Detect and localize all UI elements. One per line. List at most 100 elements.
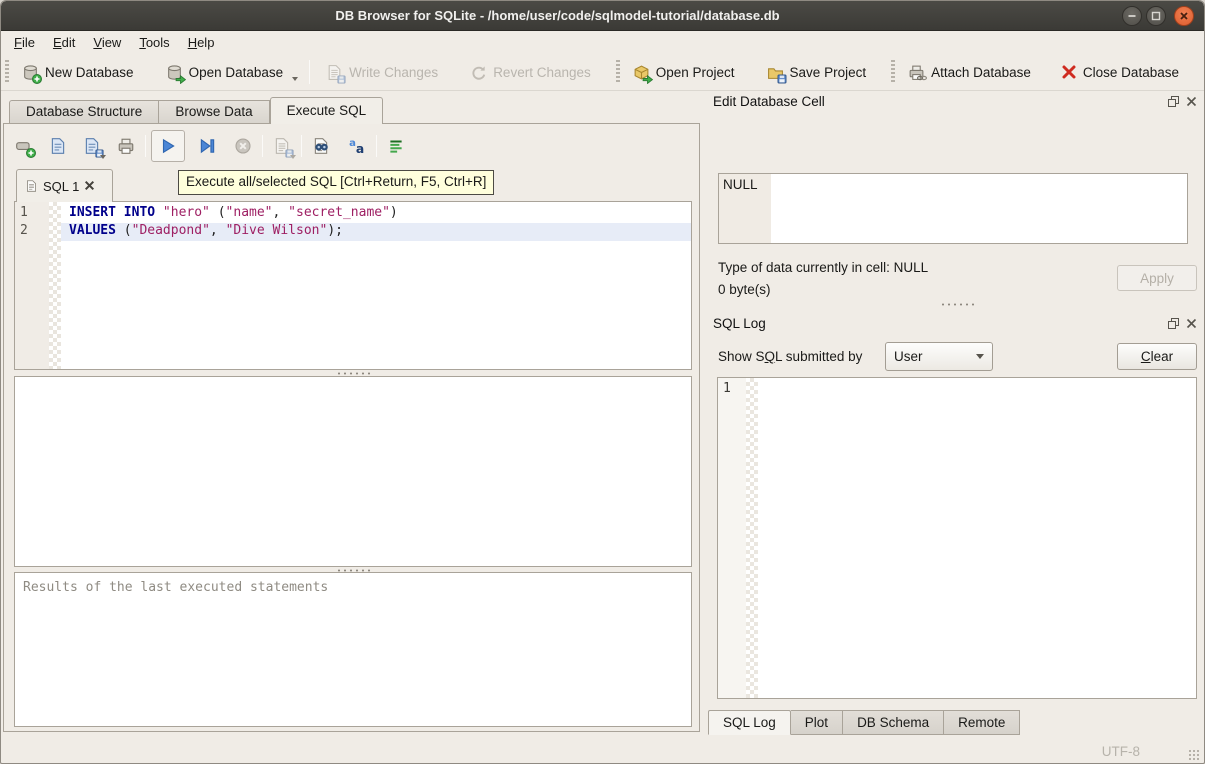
new-database-button[interactable]: New Database [13,58,143,87]
open-sql-file-button[interactable] [44,132,72,160]
log-filter-select[interactable]: User [885,342,993,371]
code-text: VALUES ("Deadpond", "Dive Wilson"); [61,223,691,241]
new-database-icon [22,64,39,81]
toolbar-drag-handle[interactable] [891,60,895,84]
save-results-button [268,132,296,160]
dock-float-icon[interactable] [1167,317,1180,330]
toolbar-separator [309,60,310,84]
code-line[interactable]: 1INSERT INTO "hero" ("name", "secret_nam… [15,205,691,223]
save-sql-file-icon [83,137,101,155]
attach-database-button[interactable]: Attach Database [899,58,1040,87]
dock-float-icon[interactable] [1167,95,1180,108]
open-database-button[interactable]: Open Database [157,58,293,87]
dock-tab-plot[interactable]: Plot [791,710,843,735]
sql-toolbar: aa [10,129,410,163]
app-window: DB Browser for SQLite - /home/user/code/… [0,0,1205,764]
toolbar-drag-handle[interactable] [616,60,620,84]
menu-tools[interactable]: Tools [130,32,178,53]
auto-completion-button[interactable]: aa [343,132,371,160]
execute-all-button[interactable] [151,130,185,162]
code-line[interactable]: 2 VALUES ("Deadpond", "Dive Wilson"); [15,223,691,241]
open-database-dropdown-arrow[interactable] [292,77,298,81]
save-project-button[interactable]: Save Project [758,58,876,87]
chevron-down-icon [976,354,984,359]
window-title: DB Browser for SQLite - /home/user/code/… [1,1,1114,31]
find-replace-icon [312,137,330,155]
minimize-button[interactable] [1122,6,1142,26]
format-sql-icon [387,137,405,155]
execute-tooltip: Execute all/selected SQL [Ctrl+Return, F… [178,170,494,195]
dock-tab-sql-log[interactable]: SQL Log [708,710,791,735]
new-sql-tab-button[interactable] [10,132,38,160]
new-sql-tab-icon [15,137,33,155]
sql-editor[interactable]: 1INSERT INTO "hero" ("name", "secret_nam… [14,201,692,370]
apply-button: Apply [1117,265,1197,291]
save-sql-dropdown-arrow[interactable] [100,155,106,159]
close-tab-icon[interactable] [84,179,95,194]
cell-type-label: Type of data currently in cell: NULL [718,260,928,275]
dock-close-icon[interactable] [1185,317,1198,330]
menu-file[interactable]: File [5,32,44,53]
main-toolbar: New Database Open Database Write Changes… [1,54,1204,91]
dock-close-icon[interactable] [1185,95,1198,108]
maximize-button[interactable] [1146,6,1166,26]
write-changes-icon [326,64,343,81]
tab-browse-data[interactable]: Browse Data [159,100,269,124]
sql-log-view[interactable]: 1 [717,377,1197,699]
toolbar-separator [301,135,302,157]
fold-margin [49,223,61,241]
write-changes-button: Write Changes [317,58,447,87]
menu-edit[interactable]: Edit [44,32,84,53]
resize-grip[interactable] [1188,749,1200,761]
edit-cell-dock-title: Edit Database Cell [713,94,825,109]
cell-editor[interactable]: NULL [718,173,1188,244]
auto-completion-icon: aa [348,137,366,155]
format-sql-button[interactable] [382,132,410,160]
log-line-number: 1 [723,381,731,396]
close-database-icon [1061,64,1077,80]
encoding-indicator[interactable]: UTF-8 [1102,744,1140,759]
close-database-button[interactable]: Close Database [1052,58,1188,86]
log-fold-margin [746,378,758,698]
log-gutter [718,378,746,698]
execute-line-icon [198,137,216,155]
save-project-icon [767,64,784,81]
cell-size-label: 0 byte(s) [718,282,771,297]
execute-sql-panel: aa SQL 1 1INSERT INTO "hero" ("name", "s… [3,123,700,732]
close-button[interactable] [1174,6,1194,26]
results-grid[interactable] [14,376,692,567]
print-icon [117,137,135,155]
fold-margin [49,205,61,223]
results-messages[interactable]: Results of the last executed statements [14,572,692,727]
find-replace-button[interactable] [307,132,335,160]
right-dock: Edit Database Cell Mode: Text NULL Type … [708,91,1205,736]
sql-log-dock-title: SQL Log [713,316,766,331]
code-text: INSERT INTO "hero" ("name", "secret_name… [61,205,691,223]
stop-button [229,132,257,160]
menu-help[interactable]: Help [179,32,224,53]
open-sql-file-icon [49,137,67,155]
print-sql-button[interactable] [112,132,140,160]
line-number: 2 [15,223,49,241]
title-bar[interactable]: DB Browser for SQLite - /home/user/code/… [1,1,1204,31]
menu-view[interactable]: View [84,32,130,53]
open-project-button[interactable]: Open Project [624,58,744,87]
open-database-icon [166,64,183,81]
toolbar-separator [262,135,263,157]
sql-editor-tab[interactable]: SQL 1 [16,169,113,202]
clear-log-button[interactable]: Clear [1117,343,1197,370]
toolbar-drag-handle[interactable] [5,60,9,84]
sql-editor-lines: 1INSERT INTO "hero" ("name", "secret_nam… [15,205,691,241]
execute-current-line-button[interactable] [193,132,221,160]
log-filter-value: User [894,349,923,364]
dock-splitter-handle[interactable] [708,301,1205,307]
dock-tab-db-schema[interactable]: DB Schema [843,710,944,735]
execute-all-icon [159,137,177,155]
tab-execute-sql[interactable]: Execute SQL [270,97,384,124]
save-sql-file-button[interactable] [78,132,106,160]
dock-tab-remote[interactable]: Remote [944,710,1020,735]
svg-text:a: a [356,142,364,155]
save-results-dropdown-arrow [290,155,296,159]
revert-changes-icon [470,64,487,81]
tab-database-structure[interactable]: Database Structure [9,100,159,124]
